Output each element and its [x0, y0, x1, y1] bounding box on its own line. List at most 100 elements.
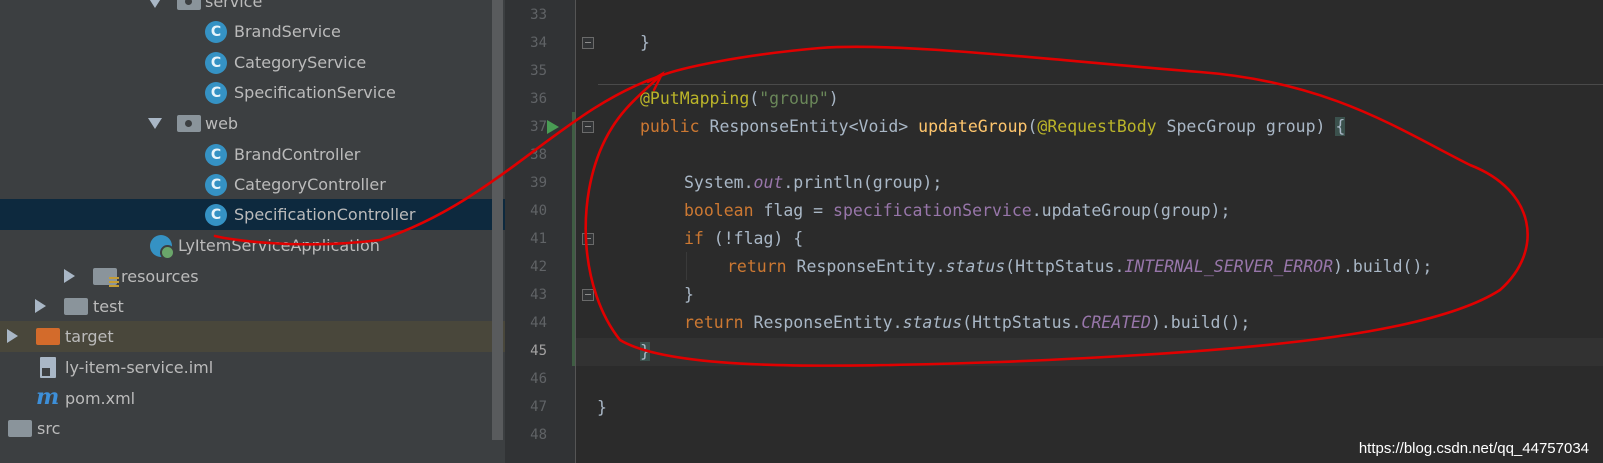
code-line-34[interactable]: }	[576, 29, 1603, 57]
code-token: ResponseEntity.	[743, 313, 903, 332]
tree-item-label: ly-item-service.iml	[65, 358, 214, 377]
tree-item-label: CategoryController	[234, 175, 386, 194]
class-icon: C	[205, 174, 227, 196]
tree-item-target[interactable]: target	[0, 321, 505, 352]
code-line-41[interactable]: if (!flag) {	[576, 225, 1603, 253]
class-icon: C	[205, 204, 227, 226]
code-line-47[interactable]: }	[576, 394, 1603, 422]
tree-item-brandcontroller[interactable]: C BrandController	[0, 139, 505, 170]
expand-arrow-icon[interactable]	[148, 118, 162, 129]
collapse-arrow-icon[interactable]	[64, 269, 75, 283]
matched-brace: }	[640, 342, 650, 361]
code-editor[interactable]: } @PutMapping("group") public ResponseEn…	[576, 0, 1603, 463]
code-token: ).build();	[1150, 313, 1251, 332]
paren-token: (	[749, 89, 760, 108]
collapse-arrow-icon[interactable]	[7, 329, 18, 343]
folder-icon	[64, 298, 88, 315]
matched-brace: {	[1335, 117, 1346, 136]
excluded-folder-icon	[36, 328, 60, 345]
tree-item-src[interactable]: src	[0, 413, 505, 444]
code-token: ResponseEntity.	[786, 257, 946, 276]
tree-item-label: test	[93, 297, 124, 316]
line-number: 33	[530, 7, 547, 23]
code-line-39[interactable]: System.out.println(group);	[576, 169, 1603, 197]
constant-token: CREATED	[1081, 313, 1151, 332]
keyword-token: public	[640, 117, 710, 136]
paren-token: )	[828, 89, 839, 108]
tree-item-label: service	[205, 0, 263, 11]
code-token: (HttpStatus.	[1005, 257, 1125, 276]
line-number: 43	[530, 287, 547, 303]
static-method-token: status	[945, 257, 1006, 276]
tree-item-brandservice[interactable]: C BrandService	[0, 16, 505, 47]
code-line-43[interactable]: }	[576, 281, 1603, 309]
annotation-token: @RequestBody	[1037, 117, 1157, 136]
tree-item-label: SpecificationService	[234, 83, 396, 102]
keyword-token: return	[684, 313, 744, 332]
code-line-44[interactable]: return ResponseEntity.status(HttpStatus.…	[576, 309, 1603, 337]
line-number: 45	[530, 343, 547, 359]
code-line-36[interactable]: @PutMapping("group")	[576, 85, 1603, 113]
code-token: .println(group);	[783, 173, 943, 192]
tree-item-test[interactable]: test	[0, 291, 505, 322]
tree-item-categoryservice[interactable]: C CategoryService	[0, 47, 505, 78]
code-line-37[interactable]: public ResponseEntity<Void> updateGroup(…	[576, 113, 1603, 141]
tree-item-web[interactable]: web	[0, 108, 505, 139]
code-token: (!flag)	[703, 229, 794, 248]
tree-item-resources[interactable]: resources	[0, 261, 505, 292]
params-token: SpecGroup group)	[1156, 117, 1336, 136]
tree-item-specificationcontroller[interactable]: C SpecificationController	[0, 199, 505, 230]
tree-item-iml[interactable]: ly-item-service.iml	[0, 352, 505, 383]
run-gutter-icon[interactable]	[547, 120, 559, 134]
maven-icon: m	[36, 384, 60, 410]
closing-brace: }	[640, 33, 650, 52]
keyword-token: if	[684, 229, 704, 248]
collapse-arrow-icon[interactable]	[35, 299, 46, 313]
tree-item-lyitemserviceapplication[interactable]: LyItemServiceApplication	[0, 230, 505, 261]
tree-item-specificationservice[interactable]: C SpecificationService	[0, 77, 505, 108]
project-tree: service C BrandService C CategoryService…	[0, 0, 505, 463]
tree-item-service[interactable]: service	[0, 0, 505, 17]
tree-item-categorycontroller[interactable]: C CategoryController	[0, 169, 505, 200]
tree-item-pom[interactable]: m pom.xml	[0, 383, 505, 414]
package-icon	[177, 115, 201, 132]
code-line-42[interactable]: return ResponseEntity.status(HttpStatus.…	[576, 253, 1603, 281]
vcs-change-marker[interactable]	[572, 112, 575, 366]
line-number: 46	[530, 371, 547, 387]
static-field-token: out	[753, 173, 784, 192]
iml-file-icon	[40, 357, 56, 378]
watermark: https://blog.csdn.net/qq_44757034	[1358, 440, 1589, 457]
spring-app-icon	[150, 235, 175, 260]
keyword-token: boolean	[684, 201, 754, 220]
tree-item-label: CategoryService	[234, 53, 367, 72]
line-number: 47	[530, 399, 547, 415]
tree-item-label: pom.xml	[65, 389, 136, 408]
class-icon: C	[205, 144, 227, 166]
code-token: ).build();	[1333, 257, 1433, 276]
tree-item-label: target	[65, 327, 114, 346]
expand-arrow-icon[interactable]	[148, 0, 162, 8]
line-number: 40	[530, 203, 547, 219]
code-token: flag =	[753, 201, 834, 220]
line-number: 37	[530, 119, 547, 135]
line-number: 39	[530, 175, 547, 191]
line-number: 35	[530, 63, 547, 79]
tree-item-label: BrandController	[234, 145, 361, 164]
closing-brace: }	[597, 398, 607, 417]
line-number: 34	[530, 35, 547, 51]
tree-scrollbar[interactable]	[492, 0, 503, 440]
tree-item-label: LyItemServiceApplication	[178, 236, 380, 255]
code-line-40[interactable]: boolean flag = specificationService.upda…	[576, 197, 1603, 225]
code-line-45[interactable]: }	[576, 338, 1603, 366]
line-number: 48	[530, 427, 547, 443]
code-token: .updateGroup(group);	[1031, 201, 1231, 220]
tree-item-label: src	[37, 419, 61, 438]
tree-item-label: BrandService	[234, 22, 341, 41]
class-icon: C	[205, 21, 227, 43]
class-icon: C	[205, 52, 227, 74]
brace-token: }	[684, 285, 694, 304]
method-name-token: updateGroup	[918, 117, 1028, 136]
string-token: "group"	[759, 89, 829, 108]
line-number: 38	[530, 147, 547, 163]
folder-icon	[8, 420, 32, 437]
